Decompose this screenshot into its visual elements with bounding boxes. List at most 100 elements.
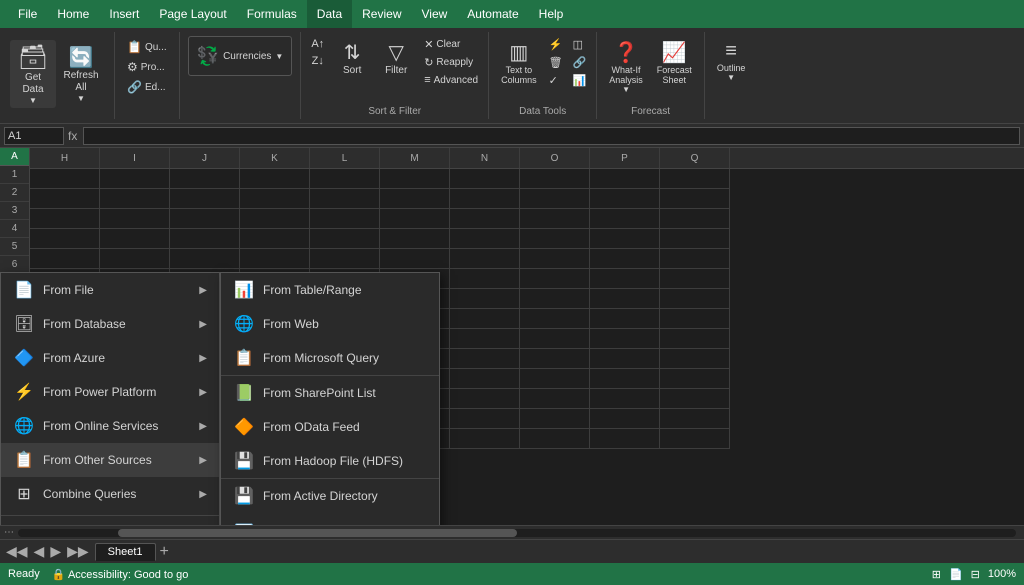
menu-data[interactable]: Data — [307, 0, 352, 28]
flash-fill-button[interactable]: ⚡ — [545, 36, 567, 53]
formula-input[interactable] — [83, 127, 1020, 145]
view-normal-icon[interactable]: ⊞ — [932, 568, 941, 581]
menu-item-from-other-sources[interactable]: 📋 From Other Sources ▶ — [1, 443, 219, 477]
sort-az-icon: A↑ — [311, 38, 324, 50]
menu-formulas[interactable]: Formulas — [237, 0, 307, 28]
row-header-4: 4 — [0, 220, 29, 238]
currencies-icon: 💱 — [197, 46, 219, 67]
row-header-3: 3 — [0, 202, 29, 220]
clear-button[interactable]: ✕ Clear — [420, 36, 482, 53]
view-page-layout-icon[interactable]: 📄 — [949, 568, 963, 581]
what-if-analysis-button[interactable]: ❓ What-IfAnalysis ▼ — [603, 36, 649, 104]
submenu-item-from-microsoft-exchange[interactable]: 📧 From Microsoft Exchange — [221, 513, 439, 525]
edit-links-button[interactable]: 🔗 Ed... — [123, 78, 171, 96]
menu-item-launch-pqe[interactable]: 🖊 Launch Power Query Editor... — [1, 520, 219, 525]
from-table-range-icon: 📊 — [233, 280, 255, 300]
currencies-button[interactable]: 💱 Currencies ▼ — [188, 36, 293, 76]
sort-filter-label: Sort & Filter — [368, 104, 421, 117]
from-power-platform-label: From Power Platform — [43, 385, 156, 399]
row-header-2: 2 — [0, 184, 29, 202]
tab-nav-first-icon[interactable]: ◀◀ — [4, 543, 30, 560]
submenu-item-from-web[interactable]: 🌐 From Web — [221, 307, 439, 341]
submenu-item-from-active-directory[interactable]: 💾 From Active Directory — [221, 479, 439, 513]
what-if-arrow-icon: ▼ — [622, 85, 630, 94]
forecast-sheet-button[interactable]: 📈 ForecastSheet — [651, 36, 698, 104]
menu-view[interactable]: View — [412, 0, 458, 28]
combine-queries-label: Combine Queries — [43, 487, 136, 501]
from-hadoop-label: From Hadoop File (HDFS) — [263, 454, 403, 468]
advanced-button[interactable]: ≡ Advanced — [420, 72, 482, 88]
submenu-item-from-microsoft-query[interactable]: 📋 From Microsoft Query — [221, 341, 439, 375]
data-validation-button[interactable]: ✓ — [545, 72, 567, 89]
submenu-item-from-hadoop[interactable]: 💾 From Hadoop File (HDFS) — [221, 444, 439, 478]
sort-za-button[interactable]: Z↓ — [308, 53, 328, 69]
scroll-thumb[interactable] — [118, 529, 517, 537]
col-header-o: O — [520, 148, 590, 168]
remove-dupes-button[interactable]: 🗑 — [545, 54, 567, 71]
filter-button[interactable]: ▽ Filter — [376, 36, 416, 104]
from-other-sources-icon: 📋 — [13, 450, 35, 470]
from-web-label: From Web — [263, 317, 319, 331]
menu-item-combine-queries[interactable]: ⊞ Combine Queries ▶ — [1, 477, 219, 511]
queries-connections-button[interactable]: 📋 Qu... — [123, 38, 171, 56]
get-data-button[interactable]: 🗃 GetData ▼ — [10, 40, 56, 108]
col-header-m: M — [380, 148, 450, 168]
from-database-icon: 🗄 — [13, 314, 35, 334]
flash-fill-icon: ⚡ — [549, 38, 563, 51]
from-database-arrow-icon: ▶ — [199, 319, 207, 330]
outline-button[interactable]: ≡ Outline ▼ — [711, 36, 752, 104]
sheet-tab-sheet1[interactable]: Sheet1 — [95, 543, 156, 561]
from-microsoft-query-icon: 📋 — [233, 348, 255, 368]
view-page-break-icon[interactable]: ⊟ — [971, 568, 980, 581]
ribbon-group-queries: 📋 Qu... ⚙ Pro... 🔗 Ed... — [115, 32, 180, 119]
properties-label: Pro... — [141, 62, 165, 73]
menu-insert[interactable]: Insert — [99, 0, 149, 28]
from-power-platform-icon: ⚡ — [13, 382, 35, 402]
tab-nav-last-icon[interactable]: ▶▶ — [65, 543, 91, 560]
col-headers: H I J K L M N O P Q — [30, 148, 1024, 169]
menu-home[interactable]: Home — [47, 0, 99, 28]
tab-nav-next-icon[interactable]: ▶ — [48, 543, 63, 560]
manage-model-button[interactable]: 📊 — [569, 72, 591, 89]
sort-az-button[interactable]: A↑ — [307, 36, 328, 52]
menu-review[interactable]: Review — [352, 0, 411, 28]
menu-file[interactable]: File — [8, 0, 47, 28]
tab-nav-prev-icon[interactable]: ◀ — [32, 543, 47, 560]
data-validation-icon: ✓ — [549, 74, 558, 87]
menu-item-from-azure[interactable]: 🔷 From Azure ▶ — [1, 341, 219, 375]
from-online-services-label: From Online Services — [43, 419, 158, 433]
sort-button[interactable]: ⇅ Sort — [332, 36, 372, 104]
refresh-all-button[interactable]: 🔄 RefreshAll ▼ — [58, 40, 104, 108]
submenu-item-from-table-range[interactable]: 📊 From Table/Range — [221, 273, 439, 307]
reapply-button[interactable]: ↻ Reapply — [420, 54, 482, 71]
from-azure-arrow-icon: ▶ — [199, 353, 207, 364]
menu-item-from-file[interactable]: 📄 From File ▶ — [1, 273, 219, 307]
data-tools-small-group2: ◫ 🔗 📊 — [569, 36, 591, 89]
from-web-icon: 🌐 — [233, 314, 255, 334]
name-box[interactable] — [4, 127, 64, 145]
consolidate-button[interactable]: ◫ — [569, 36, 591, 53]
menu-page-layout[interactable]: Page Layout — [149, 0, 236, 28]
table-row — [30, 229, 1024, 249]
submenu-item-from-sharepoint-list[interactable]: 📗 From SharePoint List — [221, 376, 439, 410]
text-to-columns-button[interactable]: ▥ Text toColumns — [495, 36, 543, 104]
forecast-sheet-label: ForecastSheet — [657, 65, 692, 85]
menu-help[interactable]: Help — [529, 0, 574, 28]
horizontal-scrollbar[interactable]: ⋯ — [0, 525, 1024, 539]
row-header-a: A — [0, 148, 29, 166]
edit-links-label: Ed... — [145, 82, 166, 93]
ribbon-group-get-data: 🗃 GetData ▼ 🔄 RefreshAll ▼ — [0, 32, 115, 119]
menu-item-from-power-platform[interactable]: ⚡ From Power Platform ▶ — [1, 375, 219, 409]
submenu-item-from-odata-feed[interactable]: 🔶 From OData Feed — [221, 410, 439, 444]
new-sheet-button[interactable]: + — [160, 543, 169, 561]
cell-h1[interactable] — [30, 169, 100, 189]
menu-item-from-database[interactable]: 🗄 From Database ▶ — [1, 307, 219, 341]
data-tools-small-group: ⚡ 🗑 ✓ — [545, 36, 567, 89]
menu-item-from-online-services[interactable]: 🌐 From Online Services ▶ — [1, 409, 219, 443]
properties-button[interactable]: ⚙ Pro... — [123, 58, 171, 76]
relationships-button[interactable]: 🔗 — [569, 54, 591, 71]
reapply-label: Reapply — [436, 57, 473, 68]
menu-automate[interactable]: Automate — [457, 0, 528, 28]
refresh-icon: 🔄 — [69, 45, 94, 70]
scroll-track[interactable] — [18, 529, 1016, 537]
